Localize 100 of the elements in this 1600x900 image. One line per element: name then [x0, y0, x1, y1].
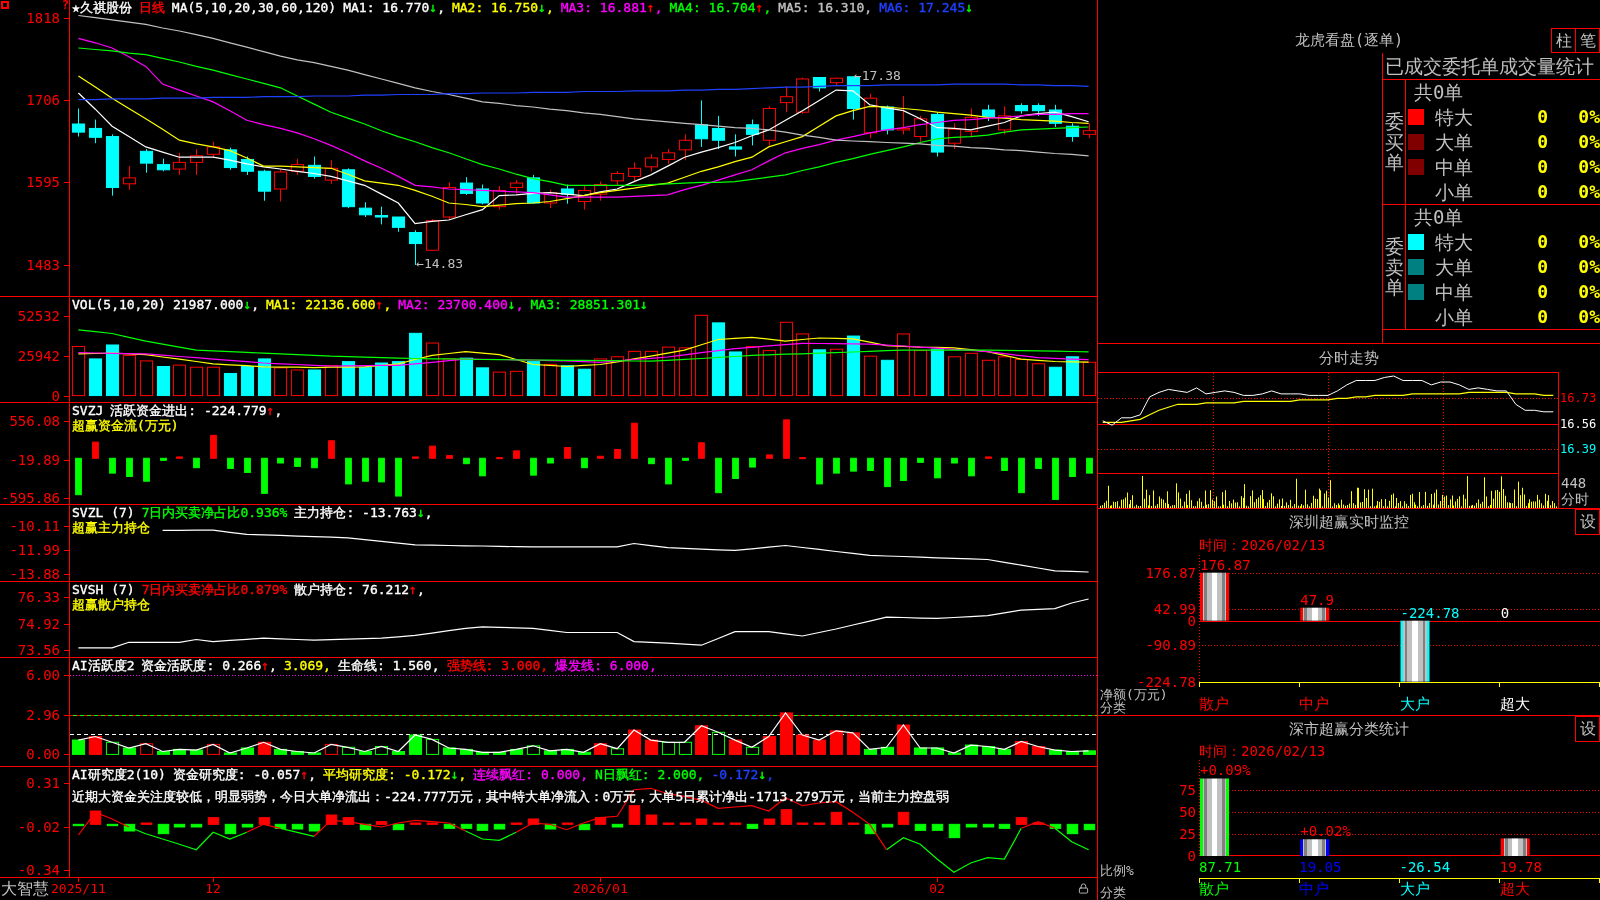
order-share: 0% [1578, 255, 1600, 278]
volume-bar [1014, 359, 1029, 397]
axis-tick-label: 76.33 [17, 589, 60, 604]
group-label: 委卖单 [1384, 235, 1404, 299]
activity-bar [1082, 750, 1097, 755]
settings-button[interactable]: 设 [1575, 716, 1600, 742]
candlestick [661, 148, 676, 165]
chart-legend-text: MA4: 16.704↑, [669, 0, 772, 15]
research-bar [359, 823, 372, 831]
research-bar [679, 822, 692, 825]
fund-flow-bar [378, 457, 385, 483]
axis-tick-label: 73.56 [17, 643, 60, 658]
activity-bar [341, 746, 356, 755]
volume-bar [257, 358, 272, 397]
axis-tick-label: 1595 [26, 175, 60, 190]
volume-bar [307, 369, 322, 397]
volume-bar [290, 369, 305, 397]
research-bar [173, 823, 186, 828]
activity-bar [627, 729, 642, 755]
activity-bar [324, 743, 339, 755]
lock-icon[interactable] [1078, 883, 1089, 894]
candlestick [964, 108, 979, 138]
chart-legend-text: 主力持仓: -13.763↓, [294, 505, 433, 520]
chart-legend-text: MA1: 16.770↓, [343, 0, 445, 15]
research-bar [392, 823, 405, 831]
volume-bar [863, 355, 878, 397]
fund-flow-bar [884, 457, 891, 488]
chart-legend-text: MA2: 16.750↓, [451, 0, 554, 15]
order-count: 0 [1537, 305, 1548, 328]
activity-bar [425, 738, 440, 755]
fund-flow-bar [1001, 457, 1008, 471]
research-bar [224, 823, 237, 835]
axis-tick-label: 0 [1187, 613, 1196, 628]
chart-legend-text: MA3: 16.881↑, [560, 0, 663, 15]
candlestick [947, 122, 962, 150]
axis-tick-label: 50 [1179, 804, 1196, 819]
chart-legend-text: N日飘红: 2.000, [595, 767, 705, 782]
activity-bar [223, 752, 238, 755]
order-size-label: 特大 [1434, 105, 1473, 128]
candlestick [1014, 102, 1029, 115]
fund-flow-bar [143, 457, 150, 482]
candlestick [795, 77, 810, 115]
candlestick [543, 189, 558, 209]
order-total: 共0单 [1414, 206, 1464, 228]
research-bar [510, 822, 523, 825]
candlestick [307, 156, 322, 180]
fund-flow-bar [1052, 457, 1059, 500]
candlestick [880, 105, 895, 135]
axis-tick-label: 74.92 [17, 616, 60, 631]
fund-flow-bar [412, 456, 419, 459]
candlestick [644, 153, 659, 172]
fund-flow-bar [109, 457, 116, 474]
fund-flow-bar [294, 457, 301, 467]
help-mark[interactable]: ? [61, 0, 69, 11]
fund-flow-bar [597, 455, 604, 459]
chart-legend-text: 生命线: 1.560, [337, 658, 440, 673]
order-size-label: 大单 [1434, 255, 1473, 278]
activity-bar [829, 730, 844, 755]
axis-title: 净额(万元) [1100, 688, 1168, 701]
activity-bar [189, 749, 204, 755]
axis-tick-label: 52532 [17, 309, 60, 323]
settings-button[interactable]: 设 [1575, 509, 1600, 535]
category-label: 大户 [1399, 880, 1430, 898]
axis-tick-label: 1706 [26, 93, 60, 108]
view-toggle-button[interactable]: 柱 [1551, 28, 1576, 53]
order-share: 0% [1578, 180, 1600, 203]
activity-bar [964, 744, 979, 755]
stats-title: 已成交委托单成交量统计 [1385, 55, 1594, 77]
chart-legend-text: 3.069, [283, 658, 331, 673]
chart-legend-text: 散户持仓: 76.212↑, [294, 582, 425, 597]
candlestick [627, 161, 642, 183]
candlestick [341, 167, 356, 209]
fund-flow-bar [648, 457, 655, 465]
activity-bar [71, 739, 86, 755]
activity-bar [1065, 751, 1080, 755]
price-annotation: ←14.83 [416, 256, 464, 272]
volume-bar [391, 361, 406, 397]
fund-flow-bar [934, 457, 941, 479]
fund-flow-bar [564, 447, 571, 459]
fund-flow-bar [244, 457, 251, 473]
volume-bar [459, 357, 474, 397]
view-toggle-button[interactable]: 笔 [1575, 28, 1600, 53]
candlestick [509, 179, 524, 194]
activity-bar [122, 747, 137, 755]
fund-flow-bar [951, 457, 958, 464]
chart-legend-text: 超赢主力持仓 [72, 520, 150, 535]
activity-bar [610, 748, 625, 755]
activity-bar [947, 752, 962, 755]
chart-legend-text: SVSH (7) [72, 582, 135, 597]
research-bar [948, 823, 961, 839]
research-bar [763, 818, 776, 825]
bar [1300, 607, 1330, 621]
research-bar [89, 810, 102, 825]
fund-flow-bar [867, 457, 874, 471]
research-bar [308, 823, 321, 832]
research-bar [375, 821, 388, 825]
fund-flow-bar [1018, 457, 1025, 494]
axis-tick-label: -90.89 [1145, 638, 1196, 653]
chart-legend-text: 7日内买卖净占比0.879% [141, 582, 288, 597]
activity-bar [728, 739, 743, 755]
